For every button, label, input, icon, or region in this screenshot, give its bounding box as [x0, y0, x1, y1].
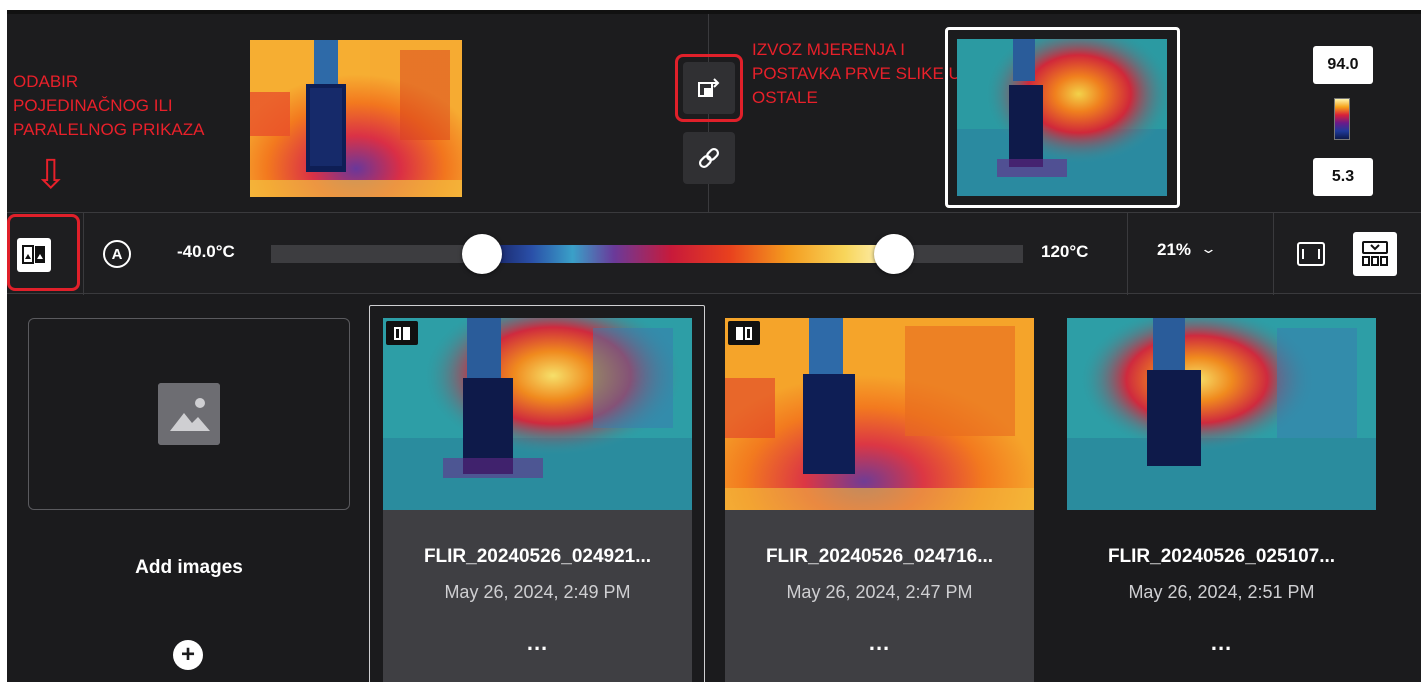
max-value-box[interactable]: 94.0 [1313, 46, 1373, 84]
single-view-button[interactable] [1295, 238, 1327, 270]
view-mode-annotation-line-2: POJEDINAČNOG ILI [13, 96, 173, 115]
comparison-image-right[interactable] [957, 39, 1167, 196]
toolbar-separator [1127, 213, 1128, 295]
comparison-strip: IZVOZ MJERENJA I POSTAVKA PRVE SLIKE U O… [7, 10, 1421, 216]
view-mode-annotation-line-3: PARALELNOG PRIKAZA [13, 120, 205, 139]
image-card[interactable]: FLIR_20240526_024921... May 26, 2024, 2:… [383, 318, 692, 682]
image-date: May 26, 2024, 2:49 PM [444, 582, 631, 602]
image-card[interactable]: FLIR_20240526_024716... May 26, 2024, 2:… [725, 318, 1034, 682]
filmstrip-icon [1362, 241, 1388, 266]
image-filename: FLIR_20240526_025107... [1107, 546, 1336, 567]
image-card[interactable]: FLIR_20240526_025107... May 26, 2024, 2:… [1067, 318, 1376, 682]
export-annotation-line-3: OSTALE [752, 88, 818, 107]
image-card-info: FLIR_20240526_024921... May 26, 2024, 2:… [383, 510, 692, 682]
image-card-info: FLIR_20240526_025107... May 26, 2024, 2:… [1067, 510, 1376, 682]
add-images-card[interactable] [28, 318, 350, 510]
app-window: IZVOZ MJERENJA I POSTAVKA PRVE SLIKE U O… [7, 10, 1421, 682]
more-options-button[interactable]: ... [1067, 630, 1376, 656]
frame-icon [1297, 242, 1325, 266]
color-scale-legend [1334, 98, 1350, 140]
pair-indicator-icon [386, 321, 418, 345]
image-filename: FLIR_20240526_024716... [765, 546, 994, 567]
add-images-label[interactable]: Add images [28, 557, 350, 579]
auto-range-button[interactable]: A [103, 240, 131, 268]
image-gallery: Add images + FLIR_20240526_024921... May… [7, 295, 1421, 682]
zoom-select[interactable]: 21% ⌄ [1157, 240, 1218, 260]
more-options-button[interactable]: ... [383, 630, 692, 656]
image-date: May 26, 2024, 2:51 PM [1128, 582, 1315, 602]
image-thumbnail[interactable] [725, 318, 1034, 510]
link-images-button[interactable] [683, 132, 735, 184]
zoom-value: 21% [1157, 240, 1192, 259]
down-arrow-icon: ⇩ [34, 153, 68, 197]
min-value-box[interactable]: 5.3 [1313, 158, 1373, 196]
export-annotation-box [675, 54, 743, 122]
scale-max-temperature[interactable]: 120°C [1041, 242, 1088, 262]
toolbar: A -40.0°C 120°C 21% ⌄ [7, 212, 1421, 295]
pair-indicator-icon [728, 321, 760, 345]
toolbar-separator [1273, 213, 1274, 295]
image-date: May 26, 2024, 2:47 PM [786, 582, 973, 602]
add-images-plus-button[interactable]: + [173, 640, 203, 670]
scale-high-handle[interactable] [874, 234, 915, 274]
scale-min-temperature[interactable]: -40.0°C [177, 242, 235, 262]
image-card-info: FLIR_20240526_024716... May 26, 2024, 2:… [725, 510, 1034, 682]
palette-gradient [482, 245, 895, 263]
scale-low-handle[interactable] [462, 234, 503, 274]
filmstrip-view-button[interactable] [1353, 232, 1397, 276]
view-mode-annotation-box [7, 214, 80, 291]
image-thumbnail[interactable] [1067, 318, 1376, 510]
toolbar-separator [83, 213, 84, 295]
export-annotation-line-1: IZVOZ MJERENJA I [752, 40, 906, 59]
chevron-down-icon: ⌄ [1199, 241, 1218, 256]
image-filename: FLIR_20240526_024921... [423, 546, 652, 567]
comparison-image-left[interactable] [250, 40, 462, 197]
link-icon [698, 147, 720, 169]
more-options-button[interactable]: ... [725, 630, 1034, 656]
image-thumbnail[interactable] [383, 318, 692, 510]
export-annotation-line-2: POSTAVKA PRVE SLIKE U [752, 64, 961, 83]
image-placeholder-icon [158, 383, 220, 445]
view-mode-annotation-line-1: ODABIR [13, 72, 79, 91]
